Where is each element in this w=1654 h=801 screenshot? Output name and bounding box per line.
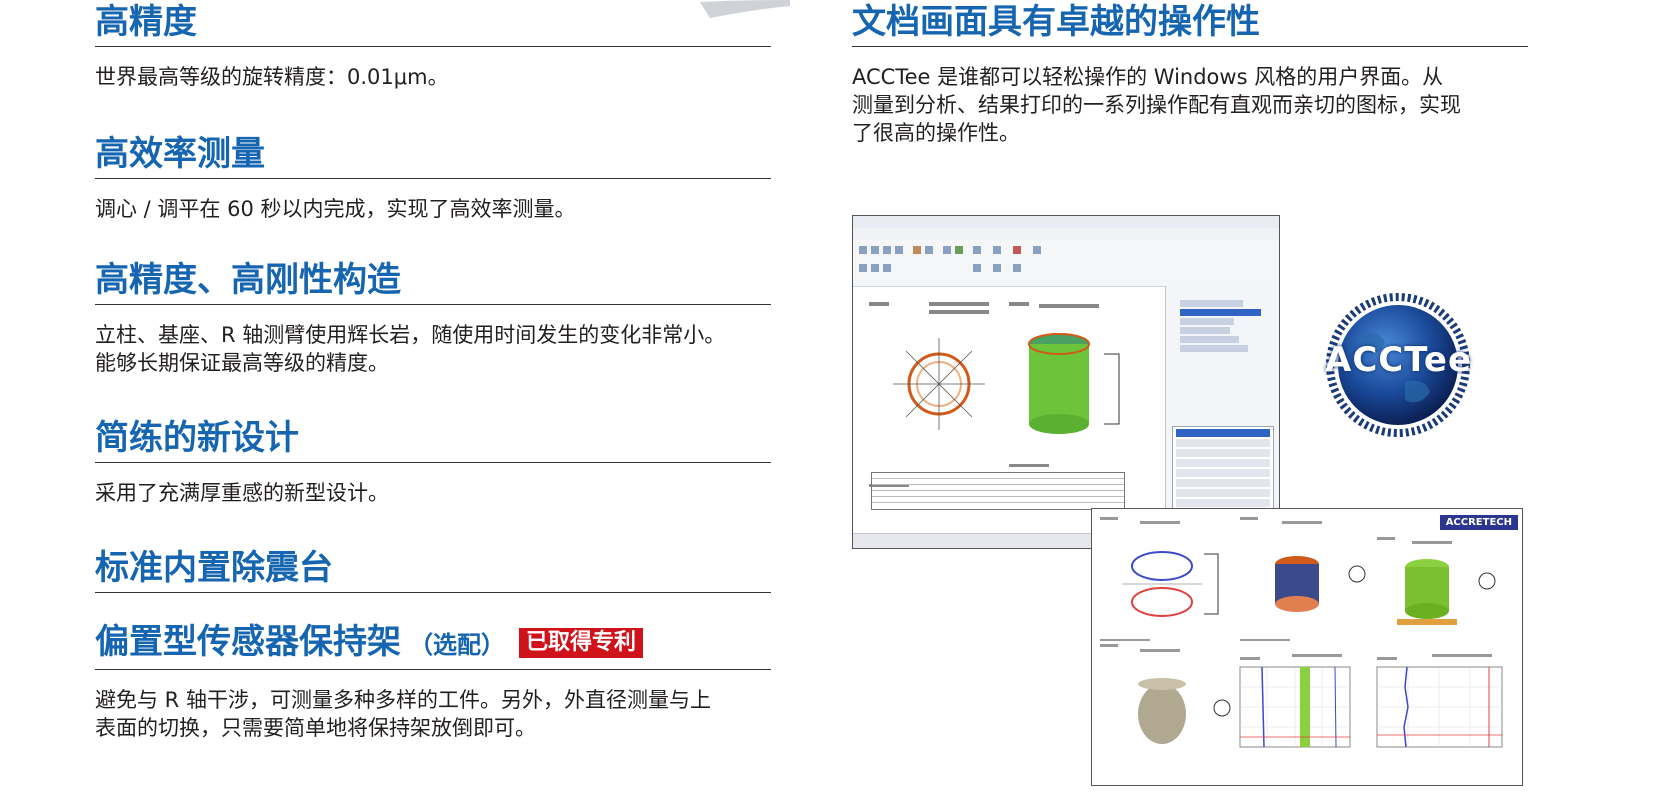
acctee-logo: ACCTee xyxy=(1325,292,1471,438)
report-screenshot: ACCRETECH xyxy=(1091,508,1523,786)
section-high-precision: 高精度 世界最高等级的旋转精度：0.01μm。 xyxy=(95,2,771,91)
section-operability: 文档画面具有卓越的操作性 ACCTee 是谁都可以轻松操作的 Windows 风… xyxy=(852,2,1528,147)
report-brand-logo: ACCRETECH xyxy=(1439,515,1518,530)
section-title: 高效率测量 xyxy=(95,134,771,179)
section-text: 采用了充满厚重感的新型设计。 xyxy=(95,481,389,505)
tree-view xyxy=(1180,298,1270,368)
section-offset-sensor-holder: 偏置型传感器保持架 （选配） 已取得专利 避免与 R 轴干涉，可测量多种多样的工件。… xyxy=(95,622,771,742)
section-subtitle: （选配） xyxy=(409,631,505,659)
section-text: 了很高的操作性。 xyxy=(852,121,1020,145)
section-vibration-table: 标准内置除震台 xyxy=(95,548,771,593)
section-text: 世界最高等级的旋转精度：0.01μm。 xyxy=(95,65,449,89)
section-text: 表面的切换，只需要简单地将保持架放倒即可。 xyxy=(95,716,536,740)
section-title: 高精度、高刚性构造 xyxy=(95,260,771,305)
section-new-design: 简练的新设计 采用了充满厚重感的新型设计。 xyxy=(95,418,771,507)
section-title: 标准内置除震台 xyxy=(95,548,771,593)
side-panel xyxy=(1165,286,1279,542)
section-title: 偏置型传感器保持架 （选配） 已取得专利 xyxy=(95,622,771,670)
section-text: 立柱、基座、R 轴测臂使用辉长岩，随使用时间发生的变化非常小。 xyxy=(95,323,726,347)
section-text: 调心 / 调平在 60 秒以内完成，实现了高效率测量。 xyxy=(95,197,576,221)
section-title-text: 偏置型传感器保持架 xyxy=(95,622,401,662)
section-rigid-structure: 高精度、高刚性构造 立柱、基座、R 轴测臂使用辉长岩，随使用时间发生的变化非常小… xyxy=(95,260,771,377)
menu-bar-secondary xyxy=(853,228,1279,240)
section-title: 文档画面具有卓越的操作性 xyxy=(852,2,1528,47)
patent-badge: 已取得专利 xyxy=(519,628,644,658)
results-table xyxy=(871,472,1125,510)
section-efficient-measurement: 高效率测量 调心 / 调平在 60 秒以内完成，实现了高效率测量。 xyxy=(95,134,771,223)
logo-text: ACCTee xyxy=(1325,340,1473,380)
section-title: 高精度 xyxy=(95,2,771,47)
toolbar xyxy=(853,240,1279,287)
section-text: ACCTee 是谁都可以轻松操作的 Windows 风格的用户界面。从 xyxy=(852,65,1444,89)
report-graphics xyxy=(1100,517,1503,748)
section-text: 测量到分析、结果打印的一系列操作配有直观而亲切的图标，实现 xyxy=(852,93,1461,117)
software-screenshot xyxy=(852,215,1280,549)
section-title: 简练的新设计 xyxy=(95,418,771,463)
section-text: 能够长期保证最高等级的精度。 xyxy=(95,351,389,375)
section-text: 避免与 R 轴干涉，可测量多种多样的工件。另外，外直径测量与上 xyxy=(95,688,711,712)
